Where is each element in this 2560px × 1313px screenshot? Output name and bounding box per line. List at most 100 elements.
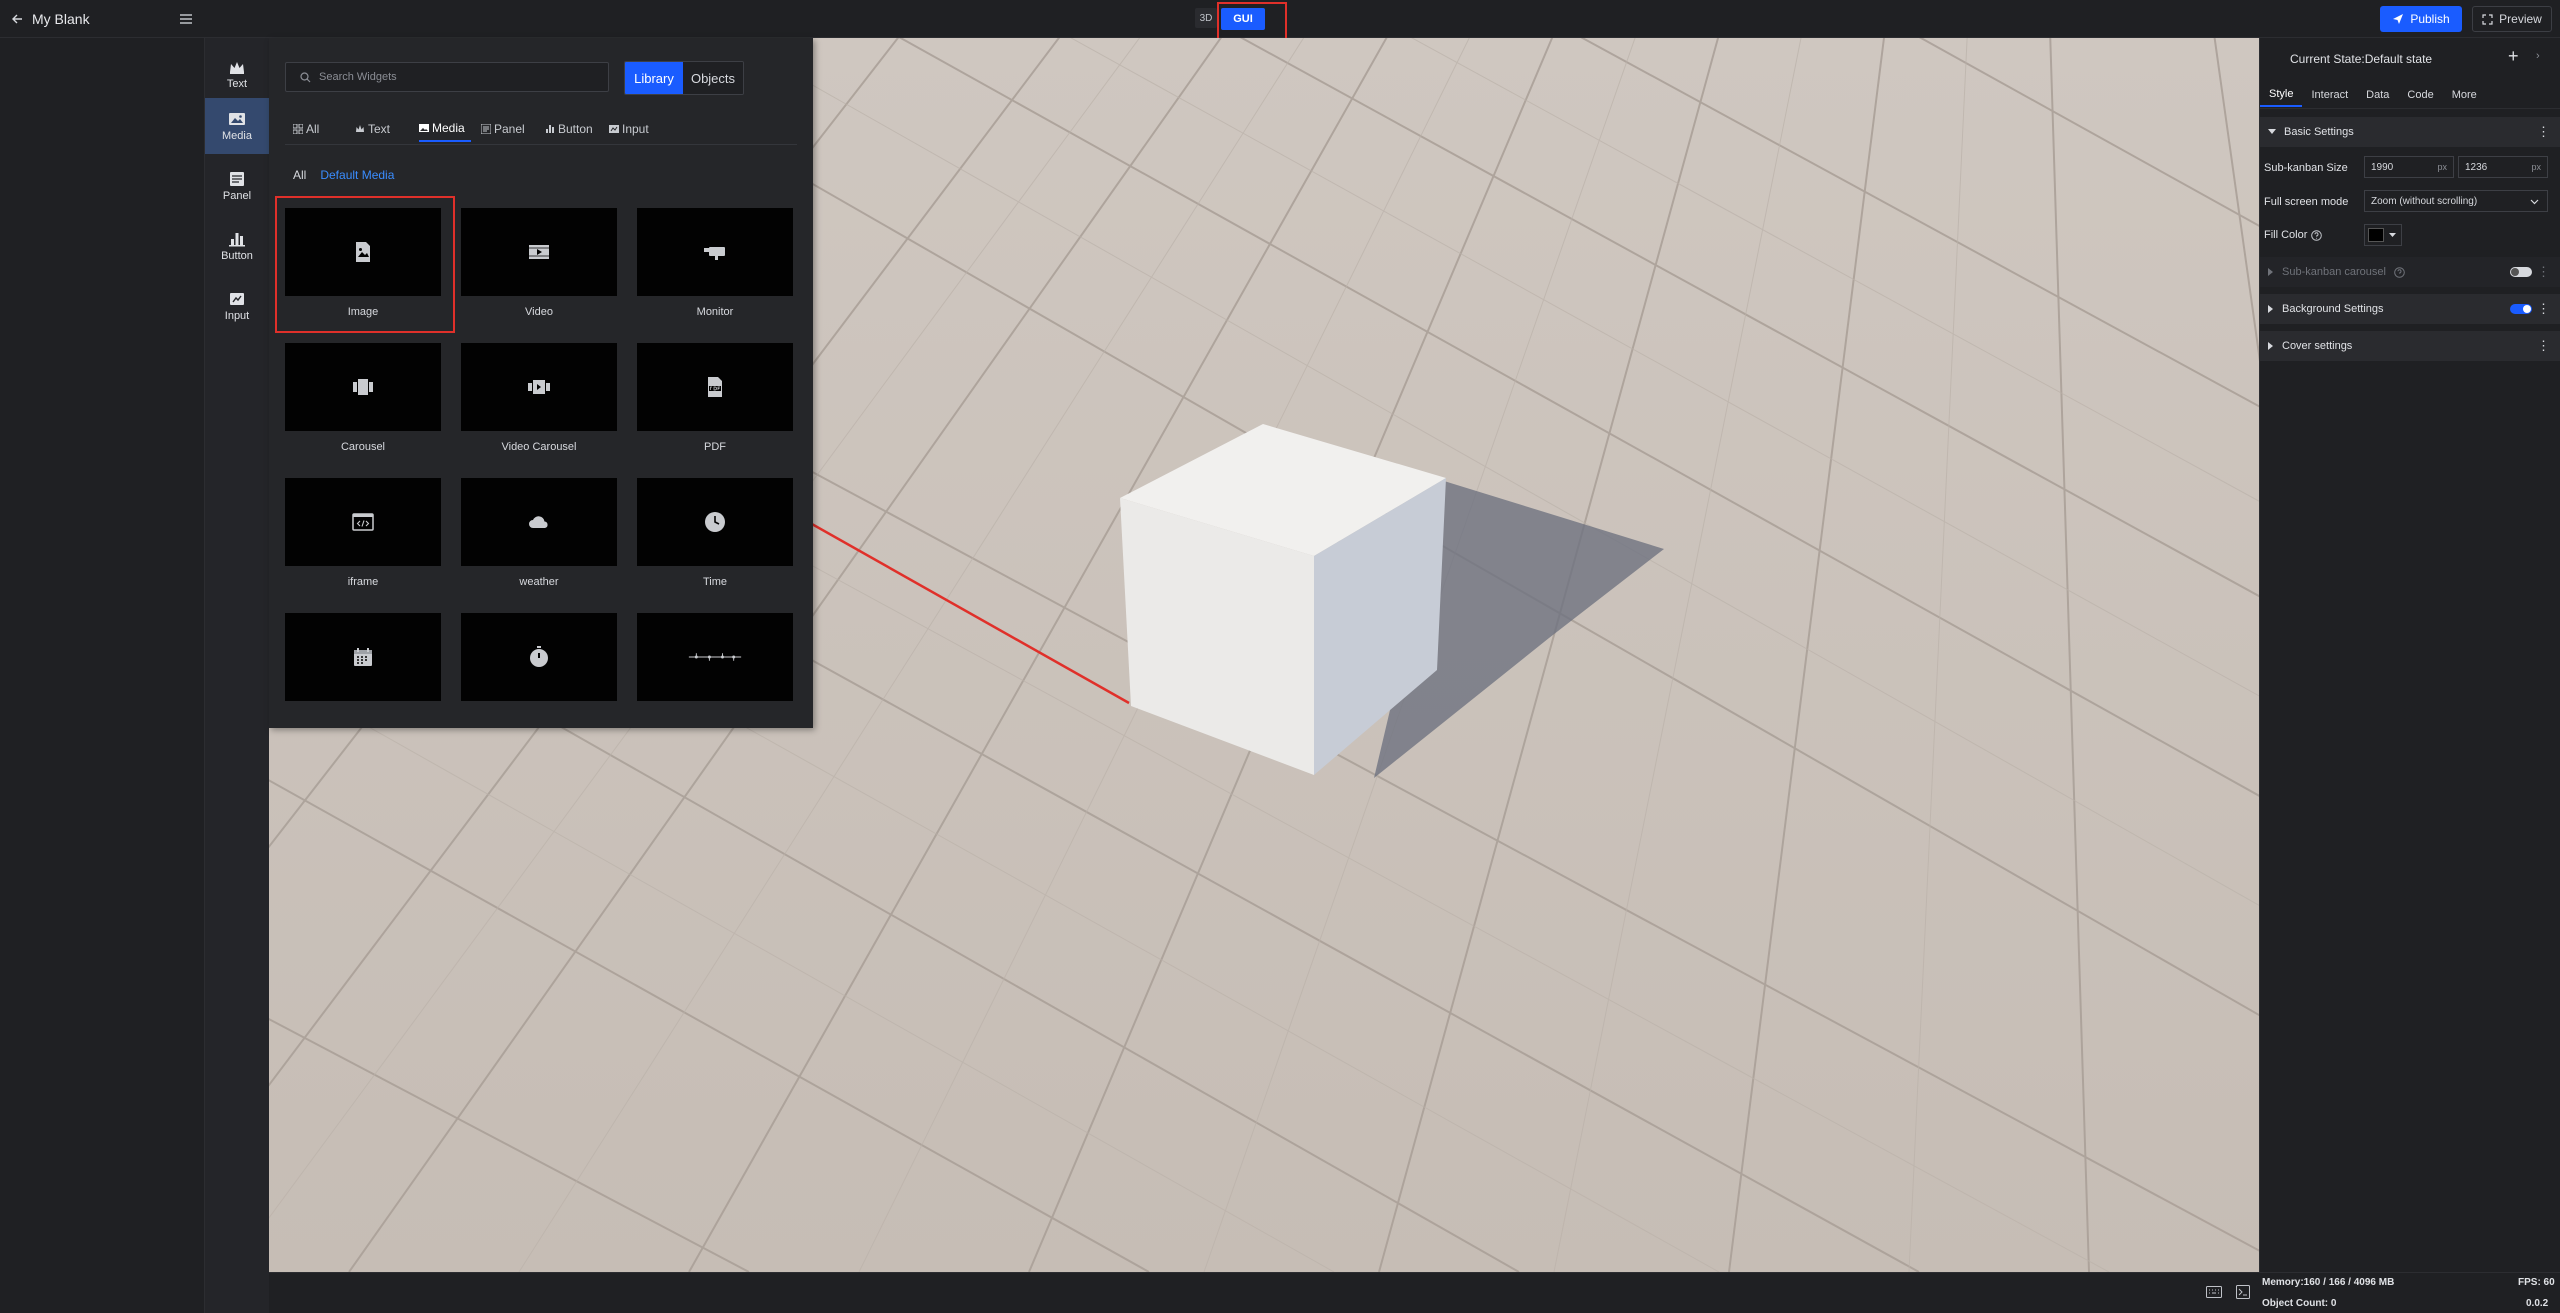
category-text[interactable]: Text [205,46,269,102]
library-button[interactable]: Library [625,62,683,94]
chevron-right-icon[interactable]: › [2536,50,2540,62]
category-button[interactable]: Button [205,218,269,274]
timer-icon [530,646,548,667]
tab-text[interactable]: Text [355,116,419,142]
mode-3d-button[interactable]: 3D [1195,8,1217,28]
fill-color-picker[interactable] [2364,224,2402,246]
category-label: Media [222,129,252,142]
category-label: Text [226,77,248,90]
category-input[interactable]: Input [205,278,269,334]
widget-thumbnail[interactable] [461,208,617,296]
widget-card-monitor[interactable]: Monitor [637,208,793,318]
sub-kanban-carousel-header[interactable]: Sub-kanban carousel ⋮ [2260,257,2560,287]
bar-chart-icon [229,232,245,246]
subfilter-default-media[interactable]: Default Media [320,168,394,182]
tab-style[interactable]: Style [2260,83,2303,107]
cover-settings-header[interactable]: Cover settings ⋮ [2260,331,2560,361]
input-icon [230,292,244,305]
category-label: Input [224,309,250,322]
help-icon[interactable] [2394,266,2405,278]
tab-panel[interactable]: Panel [481,116,545,142]
widget-card-carousel[interactable]: Carousel [285,343,441,453]
tab-label: Input [622,122,649,136]
keyboard-icon[interactable] [2206,1286,2222,1298]
widget-search[interactable] [285,62,609,92]
publish-button[interactable]: Publish [2380,6,2462,32]
layer-sidebar [0,38,205,1313]
background-settings-header[interactable]: Background Settings ⋮ [2260,294,2560,324]
fullscreen-mode-select[interactable]: Zoom (without scrolling) [2364,190,2548,212]
tab-media[interactable]: Media [419,116,471,142]
widget-thumbnail[interactable] [461,478,617,566]
tab-input[interactable]: Input [609,116,669,142]
width-input[interactable]: 1990 px [2364,156,2454,178]
project-title: My Blank [32,11,90,27]
widget-thumbnail[interactable] [637,478,793,566]
tab-all[interactable]: All [293,116,355,142]
back-button[interactable] [8,9,28,29]
widget-card-video-carousel[interactable]: Video Carousel [461,343,617,453]
height-input[interactable]: 1236 px [2458,156,2548,178]
widget-label: Monitor [696,306,734,318]
widget-card-timer[interactable] [461,613,617,711]
more-vertical-icon[interactable]: ⋮ [2537,338,2550,354]
tab-more[interactable]: More [2443,83,2486,107]
widget-card-weather[interactable]: weather [461,478,617,588]
category-label: Button [221,249,253,262]
caret-down-icon [2389,233,2396,237]
widget-label: Time [702,576,728,588]
video-carousel-icon [528,380,550,394]
memory-status: Memory:160 / 166 / 4096 MB [2262,1277,2395,1288]
tab-button[interactable]: Button [545,116,609,142]
tab-code[interactable]: Code [2398,83,2442,107]
send-icon [2393,14,2404,24]
crown-icon [356,125,364,132]
widget-card-time[interactable]: Time [637,478,793,588]
widget-thumbnail[interactable] [637,208,793,296]
menu-button[interactable] [176,9,196,29]
fullscreen-mode-value: Zoom (without scrolling) [2371,195,2478,207]
widget-card-iframe[interactable]: iframe [285,478,441,588]
widget-thumbnail[interactable] [637,613,793,701]
widget-thumbnail[interactable] [285,613,441,701]
widget-thumbnail[interactable] [285,343,441,431]
caret-right-icon [2268,342,2273,350]
panel-icon [481,124,491,134]
more-vertical-icon[interactable]: ⋮ [2537,264,2550,280]
unit-label: px [2437,162,2447,172]
widget-thumbnail[interactable] [461,343,617,431]
widget-thumbnail[interactable] [637,343,793,431]
add-state-button[interactable]: + [2508,46,2519,67]
help-icon[interactable] [2311,229,2323,241]
category-media[interactable]: Media [205,98,269,154]
widget-thumbnail[interactable] [285,478,441,566]
widget-thumbnail[interactable] [461,613,617,701]
widget-tabs: All Text Media Panel Button Input [293,116,669,142]
search-input[interactable] [319,71,599,83]
widget-card-video[interactable]: Video [461,208,617,318]
tab-interact[interactable]: Interact [2302,83,2357,107]
widget-label: iframe [347,576,379,588]
widget-card-timeline[interactable] [637,613,793,711]
widget-card-calendar[interactable] [285,613,441,711]
tab-data[interactable]: Data [2357,83,2398,107]
category-panel[interactable]: Panel [205,158,269,214]
sub-carousel-toggle[interactable] [2510,267,2532,277]
tab-label: Text [368,122,391,136]
objects-button[interactable]: Objects [683,62,743,94]
caret-down-icon [2268,129,2276,134]
fill-color-label: Fill Color [2264,229,2308,241]
terminal-icon[interactable] [2236,1285,2250,1299]
background-toggle[interactable] [2510,304,2532,314]
clock-icon [705,512,725,532]
widget-card-pdf[interactable]: PDF [637,343,793,453]
more-vertical-icon[interactable]: ⋮ [2537,301,2550,317]
preview-button[interactable]: Preview [2472,6,2552,32]
basic-settings-header[interactable]: Basic Settings ⋮ [2260,117,2560,147]
panel-icon [230,171,244,186]
subfilter-all[interactable]: All [293,168,306,182]
more-vertical-icon[interactable]: ⋮ [2537,124,2550,140]
properties-panel: Current State:Default state + › Style In… [2259,38,2560,1272]
tab-label: Panel [494,122,525,136]
fps-status: FPS: 60 [2518,1277,2555,1288]
